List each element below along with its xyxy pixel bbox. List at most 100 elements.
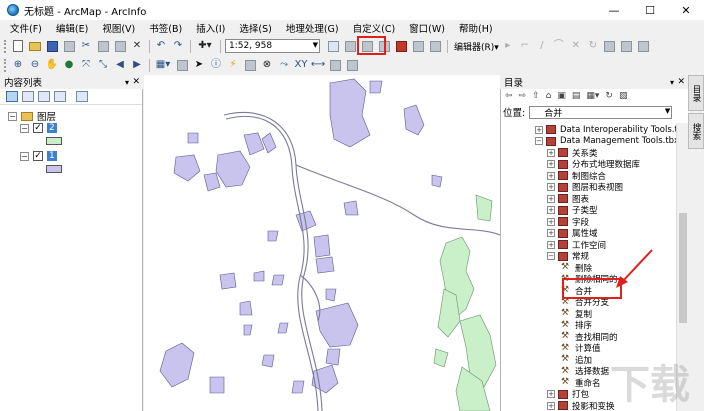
location-combobox[interactable]: 合并 ▼ [529,105,673,119]
view-options-icon[interactable]: ▦▾ [586,91,599,101]
toolbar-grip[interactable] [4,58,7,72]
menu-edit[interactable]: 编辑(E) [56,21,88,35]
expand-icon[interactable]: + [547,217,555,226]
list-by-source-icon[interactable] [22,91,34,102]
map-canvas[interactable] [144,75,501,411]
options-icon[interactable] [76,91,88,102]
minimize-button[interactable]: — [596,0,632,20]
layer-symbol-swatch[interactable] [46,137,62,145]
catalog-tool-item[interactable]: ⚒ 追加 [561,354,592,366]
menu-customize[interactable]: 自定义(C) [353,21,396,35]
expand-icon[interactable]: + [547,171,555,180]
layer-name[interactable]: 2 [47,123,57,133]
split-tool-button[interactable]: ✕ [569,40,583,53]
attributes-button[interactable] [603,40,617,53]
catalog-side-tab[interactable]: 目录 [688,75,704,111]
sketch-properties-button[interactable] [620,40,634,53]
layer-visibility-checkbox[interactable]: ✓ [33,123,43,133]
catalog-toolset-item[interactable]: + 投影和变换 [547,400,615,411]
catalog-tool-item[interactable]: ⚒ 选择数据 [561,366,609,377]
expand-icon[interactable]: + [547,194,555,203]
python-window-button[interactable] [411,40,425,53]
cut-button[interactable]: ✂ [79,40,93,53]
menu-selection[interactable]: 选择(S) [239,21,271,35]
model-builder-button[interactable] [428,40,442,53]
toolbar-grip[interactable] [4,39,7,53]
fixed-zoom-out-button[interactable]: ⤡ [96,59,110,72]
up-folder-icon[interactable]: ⇧ [532,91,540,101]
menu-bookmarks[interactable]: 书签(B) [149,21,182,35]
expand-icon[interactable]: + [547,183,555,191]
straight-segment-button[interactable]: / [535,40,549,53]
layer-row[interactable]: − ✓ 1 [20,151,57,161]
maximize-button[interactable]: ☐ [632,0,668,20]
editor-toolbar-button[interactable] [326,40,340,53]
catalog-toolset-item[interactable]: + 图表 [547,193,589,205]
menu-help[interactable]: 帮助(H) [459,21,493,35]
pan-button[interactable]: ✋ [45,59,59,72]
list-by-drawing-order-icon[interactable] [6,91,18,102]
expand-icon[interactable]: + [535,125,543,134]
catalog-tool-item[interactable]: ⚒ 复制 [561,308,592,320]
catalog-options-icon[interactable]: ▧ [619,91,628,101]
catalog-toolset-item[interactable]: + 关系类 [547,147,598,159]
full-extent-button[interactable]: ● [62,59,76,72]
toggle-contents-icon[interactable]: ▤ [572,91,581,101]
close-icon[interactable]: ✕ [132,77,140,87]
collapse-icon[interactable]: − [20,151,29,161]
collapse-icon[interactable]: − [547,252,555,260]
editor-menu-button[interactable]: 编辑器(R)▾ [454,40,499,53]
catalog-toolset-item[interactable]: + 打包 [547,389,589,400]
paste-button[interactable] [113,40,127,53]
trace-button[interactable]: ⌒ [552,40,566,53]
data-frame-row[interactable]: − 图层 [8,109,56,123]
list-by-selection-icon[interactable] [54,91,66,102]
save-button[interactable] [45,40,59,53]
delete-button[interactable]: ✕ [130,40,144,53]
layer-visibility-checkbox[interactable]: ✓ [33,151,43,161]
scrollbar-thumb[interactable] [679,213,687,323]
catalog-tool-item[interactable]: ⚒ 重命名 [561,377,601,389]
close-icon[interactable]: ✕ [677,77,685,87]
select-elements-button[interactable]: ➤ [192,59,206,72]
catalog-toolset-item[interactable]: + 图层和表视图 [547,182,623,193]
refresh-icon[interactable]: ↻ [605,91,613,101]
menu-view[interactable]: 视图(V) [102,21,135,35]
undo-button[interactable]: ↶ [154,40,168,53]
menu-insert[interactable]: 插入(I) [196,21,225,35]
expand-icon[interactable]: + [547,240,555,249]
collapse-icon[interactable]: − [8,111,17,121]
pin-icon[interactable]: ▾ [670,78,674,87]
zoom-in-button[interactable]: ⊕ [11,59,25,72]
catalog-tool-item[interactable]: ⚒ 查找相同的 [561,331,618,343]
catalog-toolset-item[interactable]: − 常规 [547,251,589,262]
search-side-tab[interactable]: 搜索 [688,113,704,149]
add-data-button[interactable]: ✚▾ [195,40,215,53]
expand-icon[interactable]: + [547,160,555,168]
home-icon[interactable]: ⌂ [546,91,552,101]
find-button[interactable]: ⊗ [260,59,274,72]
catalog-tool-item[interactable]: ⚒ 计算值 [561,343,601,354]
collapse-icon[interactable]: − [535,137,543,145]
map-view[interactable] [144,75,501,411]
catalog-toolset-item[interactable]: + 制图综合 [547,170,606,182]
time-slider-button[interactable] [328,59,342,72]
expand-icon[interactable]: + [547,206,555,214]
pin-icon[interactable]: ▾ [125,78,129,87]
catalog-toolset-item[interactable]: + 工作空间 [547,239,606,251]
catalog-toolbox-item[interactable]: + Data Interoperability Tools.tbx [535,124,677,135]
measure-button[interactable]: ⟷ [311,59,325,72]
back-arrow-icon[interactable]: ⇦ [505,91,513,101]
menu-file[interactable]: 文件(F) [10,21,42,35]
collapse-icon[interactable]: − [20,123,29,133]
rotate-tool-button[interactable]: ↻ [586,40,600,53]
arctoolbox-button[interactable] [394,40,408,53]
fixed-zoom-in-button[interactable]: ⤧ [79,59,93,72]
catalog-toolset-item[interactable]: + 字段 [547,216,589,228]
go-to-xy-button[interactable]: XY [294,59,308,72]
expand-icon[interactable]: + [547,148,555,157]
new-document-button[interactable] [11,40,25,53]
forward-arrow-icon[interactable]: ⇨ [519,91,527,101]
menu-geoprocessing[interactable]: 地理处理(G) [286,21,339,35]
open-button[interactable] [28,40,42,53]
